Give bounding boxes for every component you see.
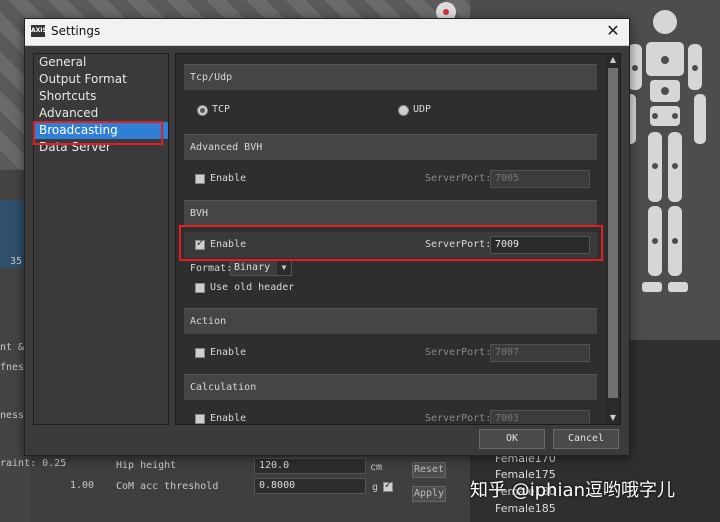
calculation-enable-label: Enable <box>210 413 247 424</box>
calculation-enable-checkbox[interactable] <box>195 414 205 424</box>
watermark: 知乎 @iphian逗哟哦字儿 <box>470 480 675 501</box>
advanced-bvh-row: Enable ServerPort: 7005 <box>184 166 597 192</box>
advanced-bvh-enable-label: Enable <box>210 173 247 184</box>
bvh-row: Enable ServerPort: 7009 <box>184 232 597 258</box>
nav-item-output-format[interactable]: Output Format <box>34 71 168 88</box>
left-label: nt & <box>0 342 25 353</box>
dialog-title: Settings <box>51 24 101 38</box>
hip-height-label: Hip height <box>116 460 177 471</box>
ok-button[interactable]: OK <box>479 429 545 449</box>
bvh-port-label: ServerPort: <box>425 239 492 250</box>
action-port-label: ServerPort: <box>425 347 492 358</box>
tcp-radio[interactable] <box>197 105 208 116</box>
calculation-port-field[interactable]: 7003 <box>490 410 590 424</box>
udp-label: UDP <box>413 104 432 115</box>
hip-height-field[interactable]: 120.0 <box>254 458 366 474</box>
list-item[interactable]: Female185 <box>495 502 556 515</box>
protocol-row: TCP UDP <box>184 98 597 124</box>
left-label: raint: 0.25 <box>0 458 67 469</box>
scroll-down-icon[interactable]: ▼ <box>606 412 620 424</box>
scroll-up-icon[interactable]: ▲ <box>606 54 620 66</box>
section-advanced-bvh-title: Advanced BVH <box>184 134 597 160</box>
section-bvh-title: BVH <box>184 200 597 226</box>
bottom-panel <box>30 448 470 522</box>
com-checkbox[interactable] <box>383 480 393 492</box>
advanced-bvh-enable-checkbox[interactable] <box>195 174 205 184</box>
section-action-title: Action <box>184 308 597 334</box>
timeline-label: 35 <box>10 256 23 267</box>
calculation-port-label: ServerPort: <box>425 413 492 424</box>
use-old-header-checkbox[interactable] <box>195 283 205 293</box>
left-label: fnes <box>0 362 25 373</box>
left-label: ness <box>0 410 25 421</box>
chevron-down-icon: ▼ <box>277 261 291 275</box>
section-tcpudp-title: Tcp/Udp <box>184 64 597 90</box>
action-row: Enable ServerPort: 7007 <box>184 340 597 366</box>
use-old-header-label: Use old header <box>210 282 295 293</box>
settings-nav: General Output Format Shortcuts Advanced… <box>33 53 169 425</box>
app-icon: AXIS <box>31 25 47 37</box>
bvh-format-value: Binary <box>234 262 271 273</box>
nav-item-advanced[interactable]: Advanced <box>34 105 168 122</box>
bvh-format-label: Format: <box>190 263 233 274</box>
advanced-bvh-port-field[interactable]: 7005 <box>490 170 590 188</box>
close-icon[interactable]: ✕ <box>603 21 623 41</box>
body-figure-icon <box>624 10 706 292</box>
action-port-field[interactable]: 7007 <box>490 344 590 362</box>
left-label: 1.00 <box>70 480 95 491</box>
bvh-format-select[interactable]: Binary ▼ <box>230 260 292 276</box>
tcp-label: TCP <box>212 104 231 115</box>
settings-dialog: AXIS Settings ✕ General Output Format Sh… <box>24 18 630 456</box>
action-enable-label: Enable <box>210 347 247 358</box>
action-enable-checkbox[interactable] <box>195 348 205 358</box>
com-threshold-label: CoM acc threshold <box>116 481 219 492</box>
section-calculation-title: Calculation <box>184 374 597 400</box>
calculation-row: Enable ServerPort: 7003 <box>184 406 597 424</box>
broadcasting-panel: Tcp/Udp TCP UDP Advanced BVH Enable Serv… <box>175 53 621 425</box>
bvh-enable-checkbox[interactable] <box>195 238 205 250</box>
hip-height-unit: cm <box>370 462 383 473</box>
bvh-port-field[interactable]: 7009 <box>490 236 590 254</box>
nav-item-shortcuts[interactable]: Shortcuts <box>34 88 168 105</box>
advanced-bvh-port-label: ServerPort: <box>425 173 492 184</box>
scroll-thumb[interactable] <box>608 68 618 398</box>
vertical-scrollbar[interactable]: ▲ ▼ <box>606 54 620 424</box>
udp-radio[interactable] <box>398 105 409 116</box>
com-threshold-unit: g <box>372 482 379 493</box>
cancel-button[interactable]: Cancel <box>553 429 619 449</box>
reset-button[interactable]: Reset <box>412 462 446 478</box>
nav-item-general[interactable]: General <box>34 54 168 71</box>
title-bar[interactable]: AXIS Settings ✕ <box>25 19 629 46</box>
apply-button[interactable]: Apply <box>412 486 446 502</box>
com-threshold-field[interactable]: 0.8000 <box>254 478 366 494</box>
bvh-enable-label: Enable <box>210 239 247 250</box>
nav-item-broadcasting[interactable]: Broadcasting <box>34 122 168 139</box>
nav-item-data-server[interactable]: Data Server <box>34 139 168 156</box>
